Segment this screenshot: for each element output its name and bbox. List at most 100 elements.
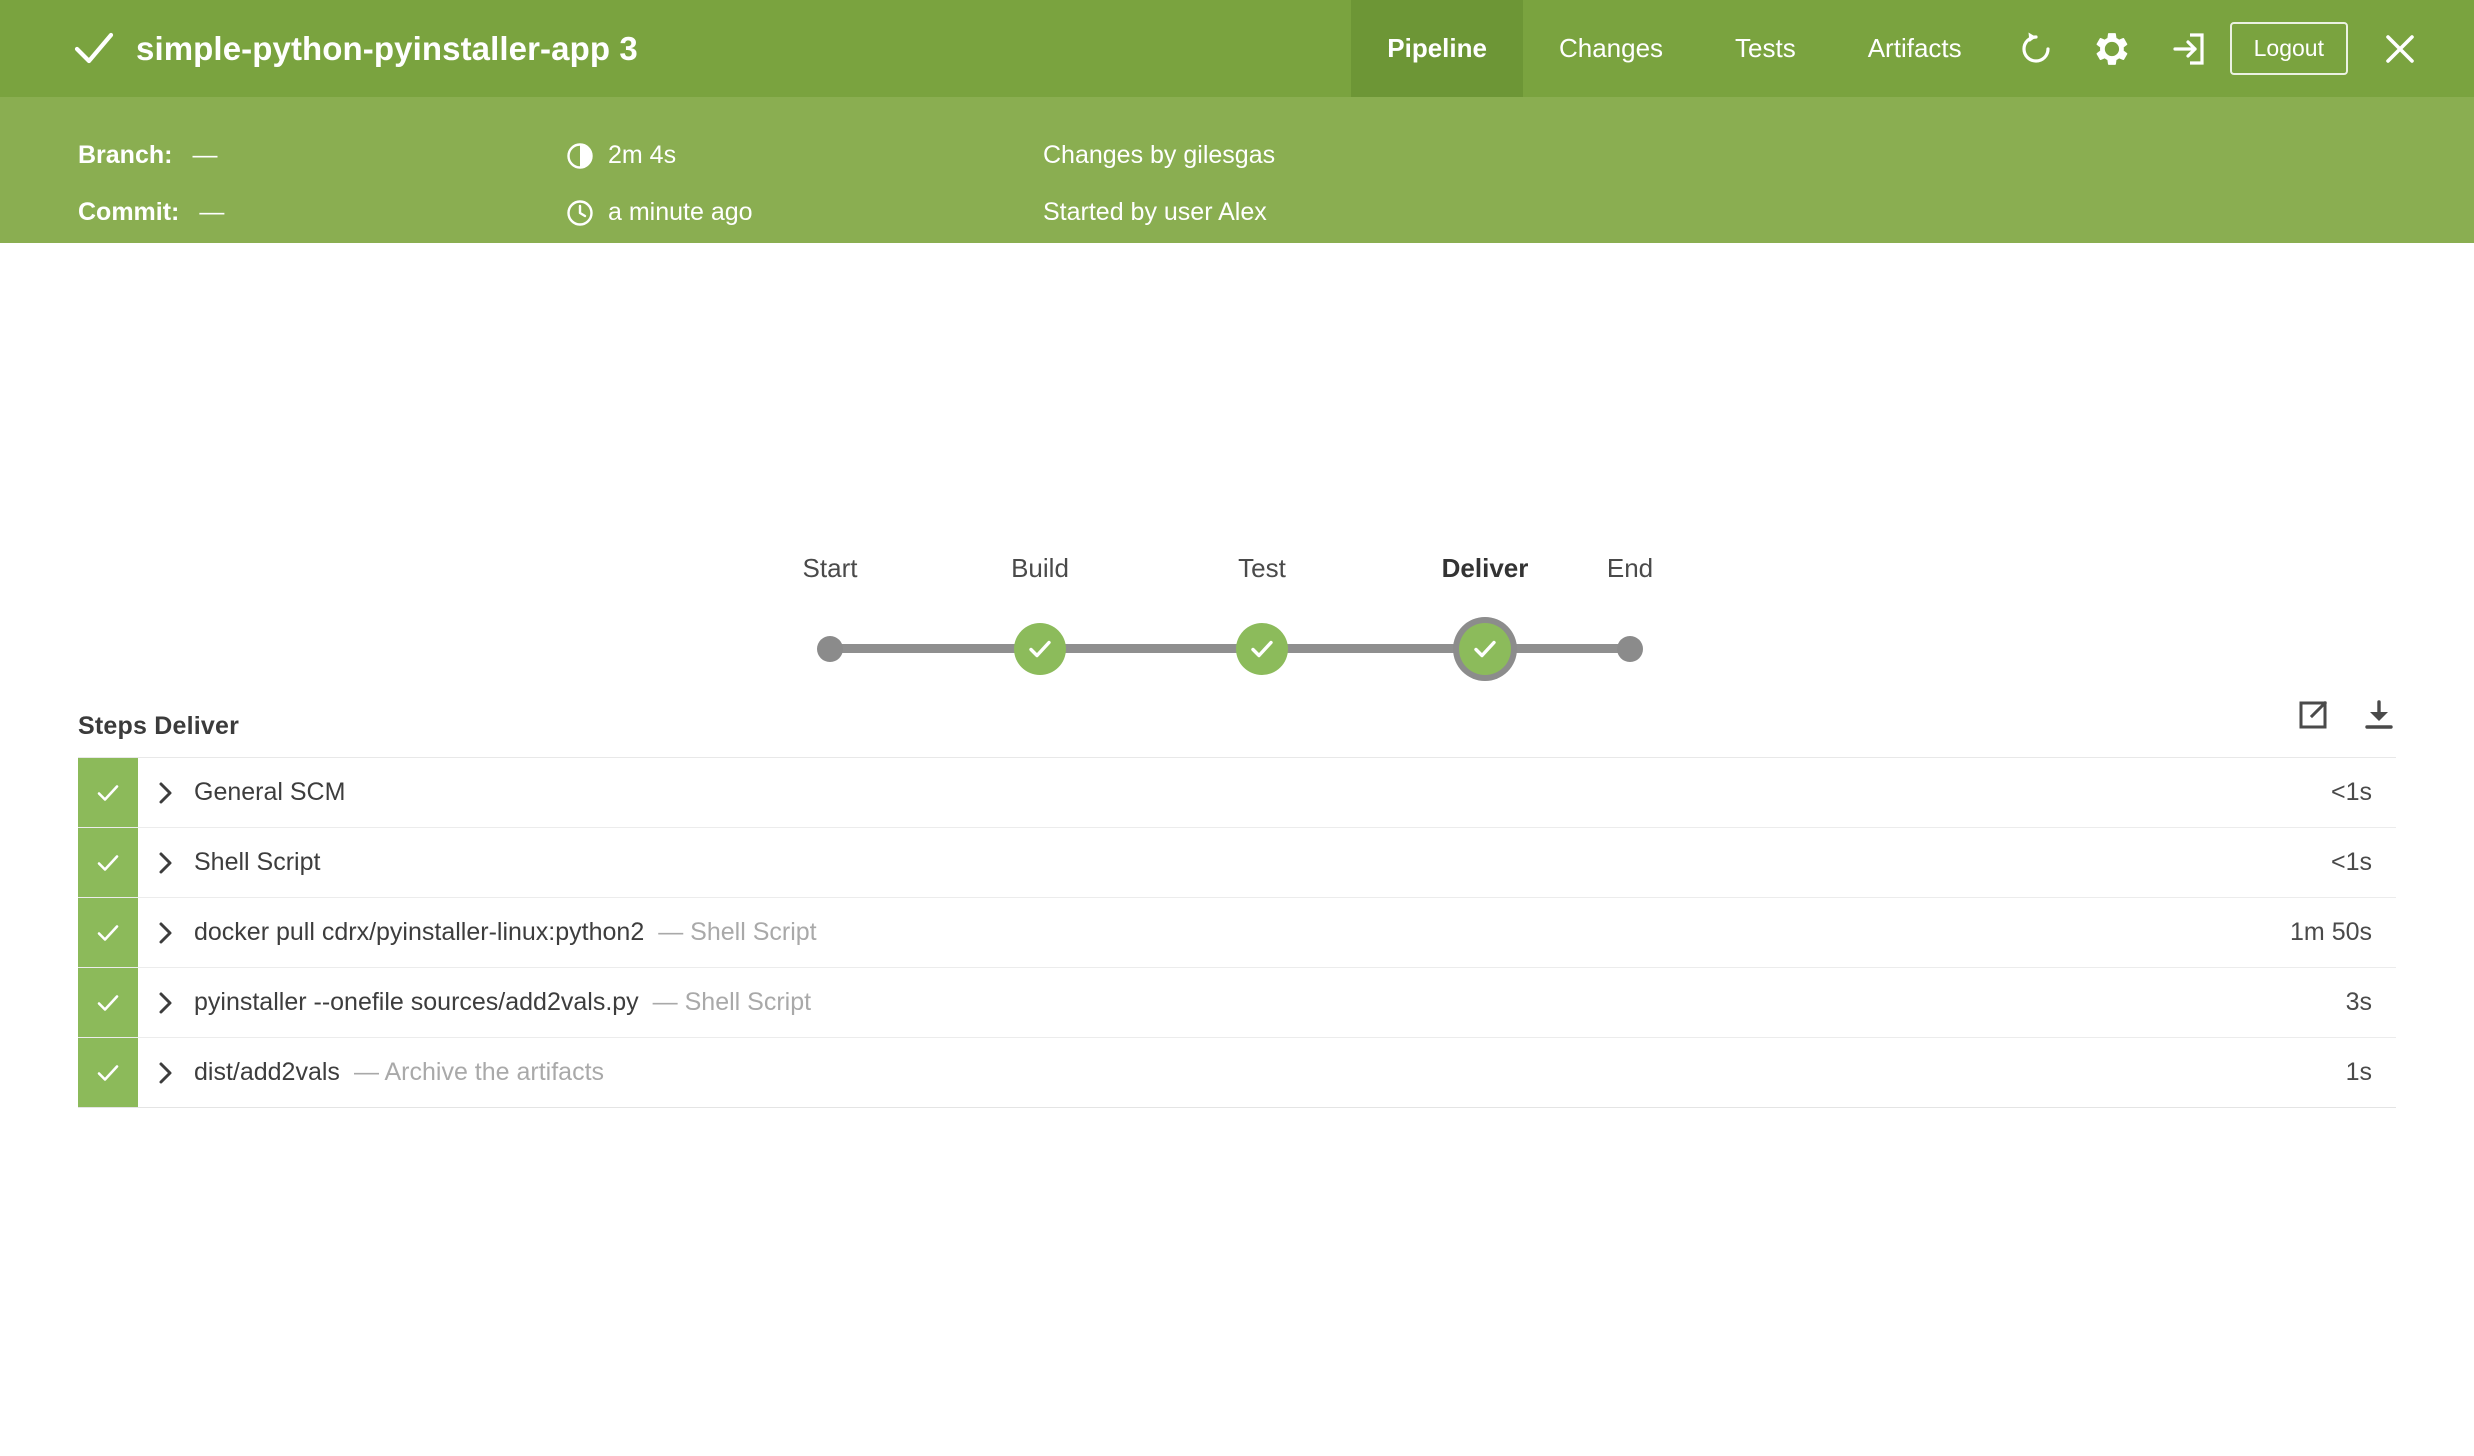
close-button[interactable]: [2362, 0, 2438, 97]
stage-label-build: Build: [1011, 553, 1069, 583]
step-label-group: Shell Script: [194, 828, 2236, 897]
step-name: General SCM: [194, 778, 346, 806]
app-header: simple-python-pyinstaller-app 3 Pipeline…: [0, 0, 2474, 97]
page-title: simple-python-pyinstaller-app 3: [136, 29, 638, 67]
step-sublabel: — Shell Script: [652, 988, 812, 1016]
steps-header: Steps Deliver: [78, 698, 2396, 757]
pipeline-graph: Start Build Test Deliver End: [790, 553, 1670, 675]
meta-column-people: Changes by gilesgas Started by user Alex: [1043, 97, 1743, 241]
duration-value: 2m 4s: [608, 141, 677, 169]
meta-column-source: Branch: — Commit: —: [78, 97, 558, 241]
tab-tests[interactable]: Tests: [1699, 0, 1832, 97]
stage-label-deliver: Deliver: [1441, 553, 1529, 583]
stage-success-check-icon: [1025, 634, 1055, 664]
gear-icon: [2093, 30, 2131, 68]
table-row[interactable]: pyinstaller --onefile sources/add2vals.p…: [78, 968, 2396, 1038]
rerun-icon: [2018, 31, 2054, 67]
header-spacer: [638, 0, 1351, 97]
logs-button[interactable]: [2150, 0, 2226, 97]
step-duration: 1m 50s: [2290, 918, 2372, 946]
expand-toggle[interactable]: [138, 828, 194, 897]
step-duration: 3s: [2345, 988, 2372, 1016]
branch-label: Branch:: [78, 141, 173, 169]
step-status-success: [78, 898, 138, 967]
step-duration: <1s: [2330, 848, 2372, 876]
step-duration: <1s: [2330, 778, 2372, 806]
close-icon: [2383, 32, 2417, 66]
stage-success-check-icon: [1247, 634, 1277, 664]
settings-button[interactable]: [2074, 0, 2150, 97]
expand-toggle[interactable]: [138, 968, 194, 1037]
step-status-success: [78, 1038, 138, 1107]
commit-value: —: [199, 198, 225, 226]
step-sublabel: — Shell Script: [658, 918, 817, 946]
step-name: dist/add2vals: [194, 1058, 340, 1086]
chevron-right-icon: [156, 990, 176, 1016]
tab-changes[interactable]: Changes: [1523, 0, 1699, 97]
pipeline-node-build[interactable]: [1014, 623, 1066, 675]
table-row[interactable]: Shell Script <1s: [78, 828, 2396, 898]
check-icon: [94, 849, 122, 877]
changes-by-value: Changes by gilesgas: [1043, 141, 1276, 169]
commit-label: Commit:: [78, 198, 180, 226]
login-arrow-icon: [2170, 31, 2206, 67]
check-icon: [94, 919, 122, 947]
step-name: pyinstaller --onefile sources/add2vals.p…: [194, 988, 639, 1016]
branch-row: Branch: —: [78, 127, 558, 184]
chevron-right-icon: [156, 850, 176, 876]
table-row[interactable]: dist/add2vals — Archive the artifacts 1s: [78, 1038, 2396, 1108]
check-icon: [94, 779, 122, 807]
step-status-success: [78, 828, 138, 897]
rerun-button[interactable]: [1998, 0, 2074, 97]
steps-list: General SCM <1s Shell Script <1s docker …: [78, 757, 2396, 1108]
tab-artifacts[interactable]: Artifacts: [1832, 0, 1998, 97]
stage-success-check-icon: [1470, 634, 1500, 664]
table-row[interactable]: docker pull cdrx/pyinstaller-linux:pytho…: [78, 898, 2396, 968]
steps-title: Steps Deliver: [78, 712, 240, 740]
expand-toggle[interactable]: [138, 898, 194, 967]
duration-row: 2m 4s: [566, 127, 986, 184]
relative-time-value: a minute ago: [608, 198, 753, 226]
stage-label-start: Start: [802, 553, 858, 583]
step-label-group: dist/add2vals — Archive the artifacts: [194, 1038, 2236, 1107]
branch-value: —: [192, 141, 218, 169]
step-status-success: [78, 758, 138, 827]
pipeline-node-test[interactable]: [1236, 623, 1288, 675]
step-label-group: docker pull cdrx/pyinstaller-linux:pytho…: [194, 898, 2236, 967]
logout-button[interactable]: Logout: [2229, 22, 2348, 75]
started-time-row: a minute ago: [566, 184, 986, 241]
expand-toggle[interactable]: [138, 758, 194, 827]
step-name: docker pull cdrx/pyinstaller-linux:pytho…: [194, 918, 645, 946]
step-label-group: General SCM: [194, 758, 2236, 827]
pipeline-node-start: [817, 636, 843, 662]
stage-label-row: Start Build Test Deliver End: [790, 553, 1670, 595]
step-sublabel: — Archive the artifacts: [353, 1058, 605, 1086]
check-icon: [94, 989, 122, 1017]
header-left-group: simple-python-pyinstaller-app 3: [0, 0, 638, 97]
commit-row: Commit: —: [78, 184, 558, 241]
pipeline-node-deliver[interactable]: [1459, 623, 1511, 675]
tab-pipeline[interactable]: Pipeline: [1351, 0, 1523, 97]
chevron-right-icon: [156, 1060, 176, 1086]
pipeline-graph-area: Start Build Test Deliver End: [0, 243, 2474, 698]
started-by-value: Started by user Alex: [1043, 198, 1267, 226]
step-duration: 1s: [2345, 1058, 2372, 1086]
table-row[interactable]: General SCM <1s: [78, 758, 2396, 828]
steps-section: Steps Deliver General SCM <1s Shell Scri…: [0, 698, 2474, 1108]
expand-toggle[interactable]: [138, 1038, 194, 1107]
run-status-check-icon: [72, 27, 116, 71]
download-icon[interactable]: [2362, 698, 2396, 737]
chevron-right-icon: [156, 780, 176, 806]
check-icon: [94, 1059, 122, 1087]
external-link-icon[interactable]: [2296, 698, 2330, 737]
duration-icon: [566, 142, 594, 170]
chevron-right-icon: [156, 920, 176, 946]
pipeline-node-end: [1617, 636, 1643, 662]
steps-header-actions: [2296, 698, 2396, 741]
run-meta-bar: Branch: — Commit: — 2m 4s a minute ago C…: [0, 97, 2474, 243]
main-tabs: Pipeline Changes Tests Artifacts: [1351, 0, 1997, 97]
started-by-row: Started by user Alex: [1043, 184, 1743, 241]
step-name: Shell Script: [194, 848, 321, 876]
meta-column-timing: 2m 4s a minute ago: [566, 97, 986, 241]
stage-label-test: Test: [1238, 553, 1286, 583]
